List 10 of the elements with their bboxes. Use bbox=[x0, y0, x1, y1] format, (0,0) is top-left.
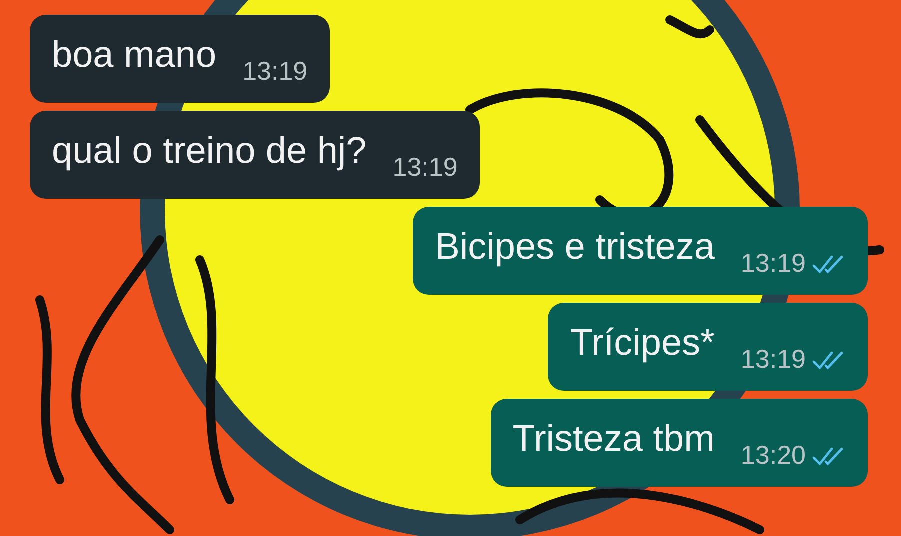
message-time: 13:20 bbox=[740, 440, 806, 471]
message-text: boa mano bbox=[52, 34, 217, 76]
message-time: 13:19 bbox=[242, 56, 308, 87]
message-text: Tristeza tbm bbox=[512, 418, 715, 460]
message-time: 13:19 bbox=[740, 344, 806, 375]
message-time: 13:19 bbox=[392, 152, 458, 183]
message-time: 13:19 bbox=[740, 248, 806, 279]
message-text: Bicipes e tristeza bbox=[435, 226, 715, 268]
message-text: Trícipes* bbox=[570, 322, 715, 364]
message-text: qual o treino de hj? bbox=[52, 130, 367, 172]
